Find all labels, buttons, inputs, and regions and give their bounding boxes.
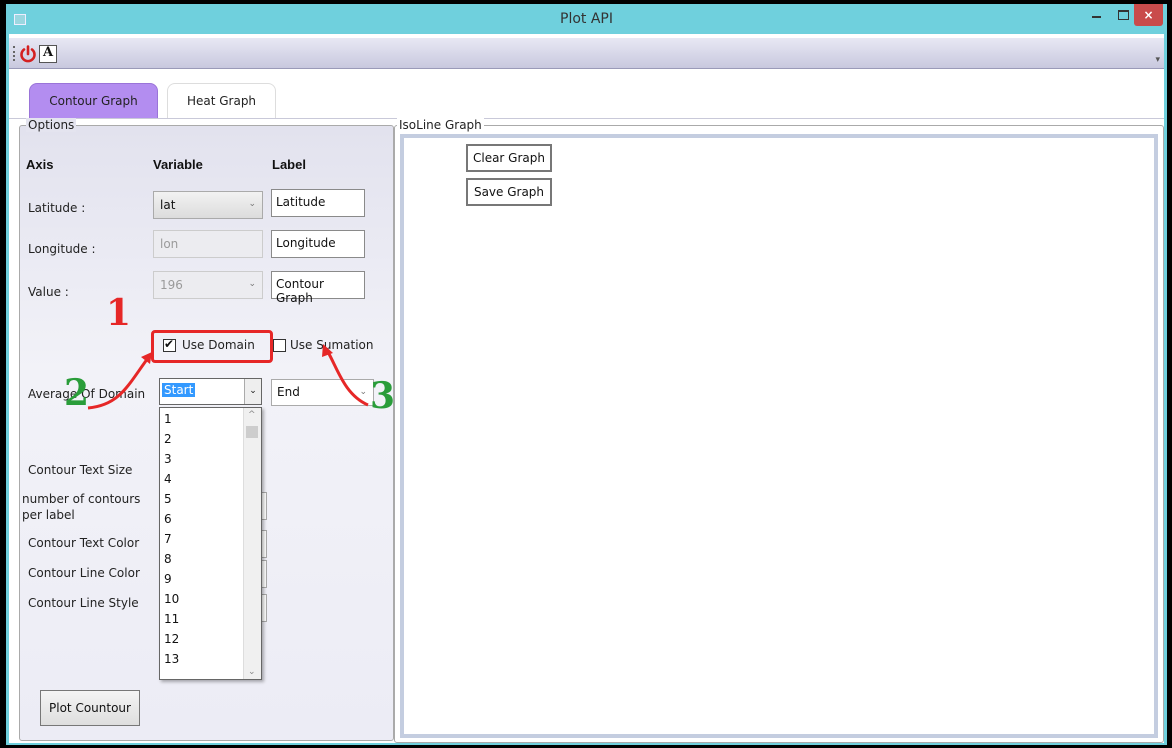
tab-heat-graph[interactable]: Heat Graph (167, 83, 276, 118)
contour-line-color-label: Contour Line Color (28, 566, 140, 580)
list-item[interactable]: 8 (164, 552, 172, 566)
save-graph-button[interactable]: Save Graph (466, 178, 552, 206)
latitude-variable-select[interactable]: lat ⌄ (153, 191, 263, 219)
tab-contour-graph[interactable]: Contour Graph (29, 83, 158, 119)
toolbar: A ▾ (9, 38, 1164, 69)
use-sumation-label: Use Sumation (290, 338, 374, 352)
maximize-icon (1118, 10, 1129, 20)
use-sumation-checkbox[interactable] (273, 339, 286, 352)
scroll-down-icon[interactable]: ⌄ (248, 667, 256, 677)
domain-start-select[interactable]: Start ⌄ (159, 378, 262, 405)
chevron-down-icon: ⌄ (248, 279, 256, 289)
latitude-label-input[interactable]: Latitude (271, 189, 365, 217)
contour-text-size-label: Contour Text Size (28, 463, 133, 477)
domain-end-select[interactable]: End ⌄ (271, 379, 374, 406)
dropdown-scrollbar[interactable]: ^ ⌄ (243, 408, 261, 679)
list-item[interactable]: 6 (164, 512, 172, 526)
latitude-label: Latitude : (28, 201, 86, 215)
latitude-variable-value: lat (160, 198, 176, 212)
isoline-graph-group: IsoLine Graph Clear Graph Save Graph (394, 118, 1164, 743)
options-group-label: Options (26, 118, 77, 132)
scroll-up-icon[interactable]: ^ (248, 410, 256, 420)
isoline-group-label: IsoLine Graph (397, 118, 484, 132)
chevron-down-icon[interactable]: ⌄ (244, 379, 261, 404)
list-item[interactable]: 13 (164, 652, 179, 666)
longitude-label-input[interactable]: Longitude (271, 230, 365, 258)
annotation-number-1: 1 (106, 292, 132, 334)
label-header: Label (272, 157, 306, 172)
list-item[interactable]: 5 (164, 492, 172, 506)
toolbar-overflow-icon[interactable]: ▾ (1155, 55, 1160, 65)
close-button[interactable]: × (1134, 4, 1163, 26)
client-area: A ▾ Contour Graph Heat Graph Options Axi… (9, 34, 1164, 743)
list-item[interactable]: 1 (164, 412, 172, 426)
app-window: Plot API × A ▾ Contour Graph Heat Graph … (6, 4, 1167, 745)
list-item[interactable]: 11 (164, 612, 179, 626)
list-item[interactable]: 12 (164, 632, 179, 646)
tab-strip: Contour Graph Heat Graph (9, 74, 1164, 119)
title-bar[interactable]: Plot API × (6, 4, 1167, 34)
minimize-button[interactable] (1083, 4, 1111, 26)
list-item[interactable]: 4 (164, 472, 172, 486)
tab-content: Options Axis Variable Label Latitude : l… (9, 118, 1164, 743)
value-variable-select[interactable]: 196 ⌄ (153, 271, 263, 299)
close-icon: × (1143, 8, 1154, 22)
list-item[interactable]: 3 (164, 452, 172, 466)
use-domain-checkbox[interactable] (163, 337, 176, 352)
use-domain-label: Use Domain (182, 338, 255, 352)
value-label: Value : (28, 285, 69, 299)
minimize-icon (1092, 16, 1101, 18)
axis-header: Axis (26, 157, 54, 172)
list-item[interactable]: 7 (164, 532, 172, 546)
domain-start-dropdown-list[interactable]: 1 2 3 4 5 6 7 8 9 10 11 12 13 ^ ⌄ (159, 407, 262, 680)
longitude-label: Longitude : (28, 242, 96, 256)
annotation-number-3: 3 (370, 375, 396, 417)
contours-per-label-label: number of contours per label (22, 492, 141, 522)
window-title: Plot API (560, 11, 613, 27)
scroll-thumb[interactable] (246, 426, 258, 438)
longitude-variable-value: lon (160, 237, 179, 251)
list-item[interactable]: 10 (164, 592, 179, 606)
plot-contour-button[interactable]: Plot Countour (40, 690, 140, 726)
value-variable-value: 196 (160, 278, 183, 292)
value-label-input[interactable]: Contour Graph (271, 271, 365, 305)
contour-text-color-label: Contour Text Color (28, 536, 140, 550)
chevron-down-icon: ⌄ (248, 199, 256, 209)
font-icon[interactable]: A (39, 45, 57, 63)
power-icon[interactable] (19, 45, 37, 63)
chevron-down-icon: ⌄ (359, 387, 367, 397)
domain-start-value: Start (162, 383, 196, 397)
list-item[interactable]: 2 (164, 432, 172, 446)
graph-canvas[interactable]: Clear Graph Save Graph (400, 134, 1158, 738)
list-item[interactable]: 9 (164, 572, 172, 586)
contour-line-style-label: Contour Line Style (28, 596, 139, 610)
clear-graph-button[interactable]: Clear Graph (466, 144, 552, 172)
longitude-variable-select[interactable]: lon (153, 230, 263, 258)
options-group: Options Axis Variable Label Latitude : l… (19, 118, 394, 741)
variable-header: Variable (153, 157, 203, 172)
annotation-number-2: 2 (64, 372, 90, 414)
domain-end-value: End (277, 385, 300, 399)
toolbar-grip[interactable] (13, 46, 17, 61)
